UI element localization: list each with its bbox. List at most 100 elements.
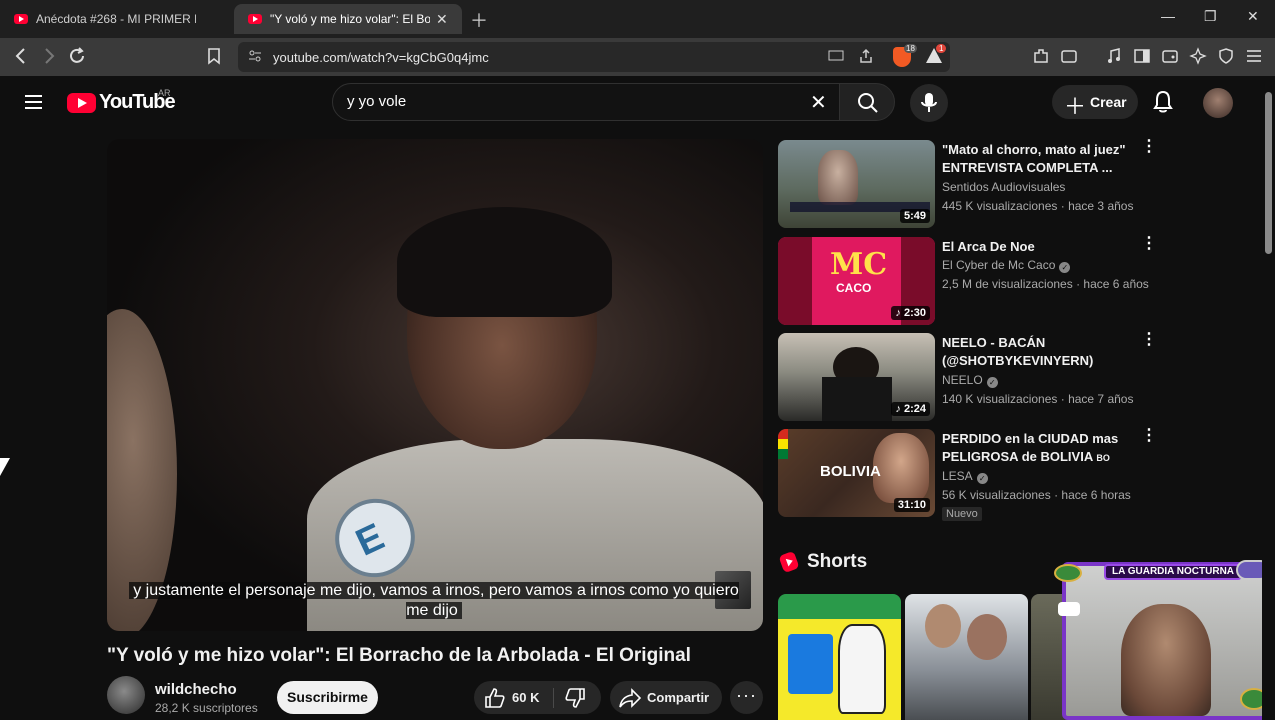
menu-icon[interactable] [25,95,42,109]
recommendation-title[interactable]: NEELO - BACÁN (@SHOTBYKEVINYERN) [942,334,1132,370]
share-button[interactable]: Compartir [610,681,722,714]
create-button[interactable]: ＋ Crear [1052,85,1138,119]
country-code: AR [158,88,171,98]
recommendation-title[interactable]: PERDIDO en la CIUDAD mas PELIGROSA de BO… [942,430,1132,467]
share-arrow-icon [619,688,641,708]
youtube-masthead: YouTube AR ✕ ＋ Crear [0,76,1260,132]
youtube-logo-icon[interactable] [67,93,96,113]
video-duration: 31:10 [893,498,930,512]
video-thumbnail[interactable]: BOLIVIA 31:10 [778,429,935,517]
caption-text: y justamente el personaje me dijo, vamos… [129,582,739,619]
brave-wallet-icon[interactable] [1161,47,1179,71]
like-button[interactable] [484,687,506,714]
back-icon[interactable] [14,47,28,71]
media-icon[interactable] [1105,47,1123,71]
recommendation-item[interactable]: 5:49 "Mato al chorro, mato al juez" ENTR… [778,139,1158,232]
recommendation-item[interactable]: MC CACO ♪ 2:30 El Arca De Noe El Cyber d… [778,236,1158,329]
upload-age: hace 6 horas [1061,488,1131,502]
thumbnail-face [873,433,929,503]
recommendation-meta: 2,5 M de visualizaciones · hace 6 años [942,277,1149,291]
new-badge: Nuevo [942,507,982,521]
more-options-icon[interactable]: ⋮ [1141,139,1157,155]
more-options-icon[interactable]: ⋮ [1141,332,1157,348]
leo-ai-icon[interactable] [1189,47,1207,71]
subscribe-button[interactable]: Suscribirme [277,681,378,714]
sidebar-icon[interactable] [1133,47,1151,71]
chat-bubble-icon [1058,602,1080,616]
video-frame-hair [397,207,612,317]
minimize-icon[interactable]: — [1161,8,1175,24]
short-item[interactable] [905,594,1028,720]
recommendation-channel[interactable]: LESA ✓ [942,469,988,484]
clear-search-icon[interactable]: ✕ [810,90,827,115]
recommendation-channel[interactable]: NEELO ✓ [942,373,998,388]
verified-badge-icon: ✓ [986,377,998,388]
browser-menu-icon[interactable] [1245,47,1263,71]
more-options-icon[interactable]: ⋮ [1141,428,1157,444]
brave-shields-badge: 18 [904,44,917,53]
short-thumbnail-figure [838,624,886,714]
recommendation-item[interactable]: BOLIVIA 31:10 PERDIDO en la CIUDAD mas P… [778,428,1158,521]
vpn-shield-icon[interactable] [1217,47,1235,71]
voice-search-button[interactable] [910,84,948,122]
short-item[interactable] [778,594,901,720]
upload-age: hace 3 años [1068,199,1134,213]
new-tab-icon[interactable]: ＋ [470,7,488,33]
forward-icon[interactable] [42,47,56,71]
video-captions: y justamente el personaje me dijo, vamos… [119,581,749,621]
shorts-logo-icon [778,550,800,574]
video-player[interactable]: E y justamente el personaje me dijo, vam… [107,139,763,631]
more-options-icon[interactable]: ⋮ [1141,236,1157,252]
bolivia-flag-icon [778,429,788,459]
subscriber-count: 28,2 K suscriptores [155,701,258,715]
recommendation-channel[interactable]: El Cyber de Mc Caco ✓ [942,258,1071,273]
video-thumbnail[interactable]: ♪ 2:24 [778,333,935,421]
video-duration: 5:49 [899,209,930,223]
video-thumbnail[interactable]: MC CACO ♪ 2:30 [778,237,935,325]
site-settings-icon[interactable] [248,49,262,68]
video-title: "Y voló y me hizo volar": El Borracho de… [107,645,691,666]
mouse-cursor-icon [0,458,10,476]
recommendation-item[interactable]: ♪ 2:24 NEELO - BACÁN (@SHOTBYKEVINYERN) … [778,332,1158,425]
more-actions-button[interactable]: ··· [730,681,763,714]
account-avatar[interactable] [1203,88,1233,118]
dislike-button[interactable] [564,687,586,714]
share-label: Compartir [647,690,710,705]
wallet-icon[interactable] [1060,47,1078,71]
like-count[interactable]: 60 K [512,690,539,705]
recommendation-meta: 140 K visualizaciones · hace 7 años [942,392,1134,406]
plus-icon: ＋ [1064,94,1087,119]
search-box[interactable]: ✕ [332,83,840,121]
channel-avatar[interactable] [107,676,145,714]
channel-name[interactable]: wildchecho [155,681,237,698]
overlay-banner: LA GUARDIA NOCTURNA [1104,564,1243,580]
extensions-icon[interactable] [1032,47,1050,71]
tab-title: Anécdota #268 - MI PRIMER RROPO [36,12,196,26]
mate-cup-icon [1054,564,1082,582]
browser-tab-anecdota[interactable]: Anécdota #268 - MI PRIMER RROPO [0,4,232,34]
video-thumbnail[interactable]: 5:49 [778,140,935,228]
recommendation-title[interactable]: El Arca De Noe [942,238,1132,256]
short-thumbnail-face [967,614,1007,660]
youtube-favicon-icon [248,14,262,24]
address-bar[interactable]: youtube.com/watch?v=kgCbG0q4jmc 18 1 [238,42,950,72]
thumbnail-left-band [778,237,812,325]
browser-tab-strip: Anécdota #268 - MI PRIMER RROPO "Y voló … [0,0,1275,38]
video-duration: ♪ 2:24 [891,402,930,416]
share-page-icon[interactable] [858,48,874,69]
notifications-bell-icon[interactable] [1152,90,1174,119]
search-button[interactable] [839,83,895,121]
recommendation-title[interactable]: "Mato al chorro, mato al juez" ENTREVIST… [942,141,1132,177]
close-window-icon[interactable]: ✕ [1247,8,1259,25]
recommendation-channel[interactable]: Sentidos Audiovisuales [942,180,1065,194]
shorts-heading: Shorts [807,551,868,572]
close-tab-icon[interactable]: ✕ [436,11,448,28]
recommendation-meta: 445 K visualizaciones · hace 3 años [942,199,1134,213]
cast-icon[interactable] [828,49,844,68]
page-scrollbar-thumb[interactable] [1265,92,1272,254]
restore-icon[interactable]: ❐ [1204,8,1217,25]
bookmark-icon[interactable] [207,47,221,71]
search-input[interactable] [347,93,787,110]
reload-icon[interactable] [68,47,86,71]
browser-tab-active[interactable]: "Y voló y me hizo volar": El Borra ✕ [234,4,462,34]
